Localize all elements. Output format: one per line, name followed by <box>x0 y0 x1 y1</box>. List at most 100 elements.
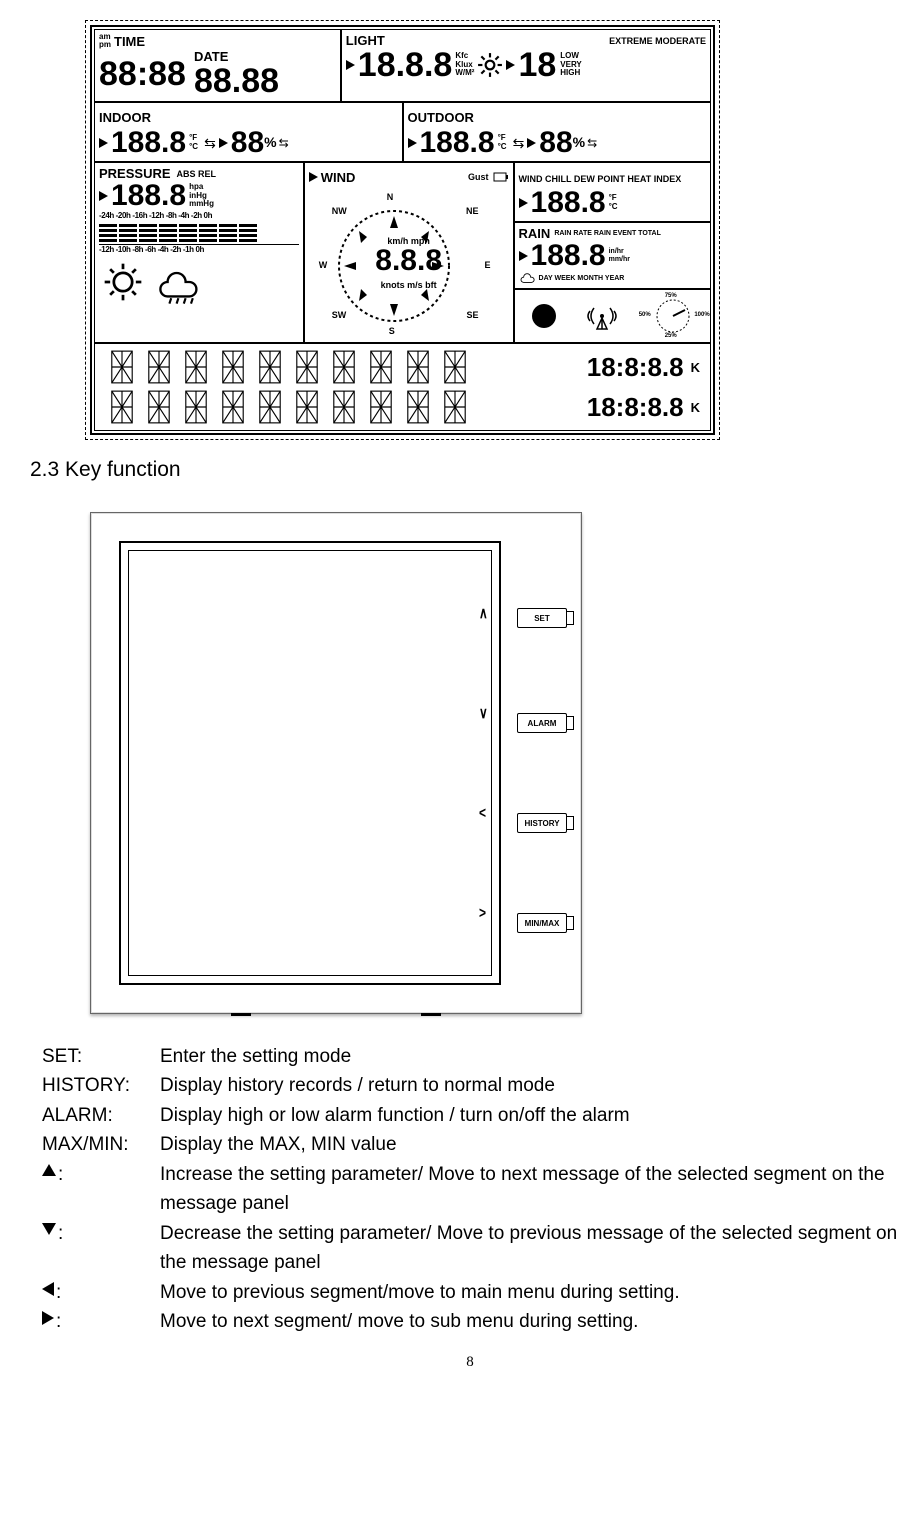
trend-arrow-icon <box>519 192 531 214</box>
key-icon-up: : <box>42 1160 160 1219</box>
alpha-segment-icon <box>142 390 176 424</box>
key-desc: Increase the setting parameter/ Move to … <box>160 1160 909 1219</box>
gust-label: Gust <box>468 172 489 182</box>
key-icon-down: : <box>42 1219 160 1278</box>
alpha-segment-icon <box>438 390 472 424</box>
trend-arrow-icon <box>506 54 518 76</box>
front-panel-arrows: ∧ ∨ < > <box>479 563 493 963</box>
key-row: HISTORY: Display history records / retur… <box>42 1071 909 1100</box>
alpha-segment-icon <box>401 350 435 384</box>
trend-arrow-icon <box>219 132 231 154</box>
rain-value: 188.8 <box>531 241 606 271</box>
triangle-down-icon <box>42 1223 56 1235</box>
time-label: TIME <box>114 34 145 49</box>
key-desc: Enter the setting mode <box>160 1042 909 1071</box>
trend-arrow-icon <box>346 54 358 76</box>
indoor-temp-value: 188.8 <box>111 128 186 158</box>
key-desc: Display history records / return to norm… <box>160 1071 909 1100</box>
triangle-up-icon <box>42 1164 56 1176</box>
msg-time-2: 18:8:8.8 <box>587 392 684 423</box>
chill-value: 188.8 <box>531 188 606 218</box>
right-arrow-icon: > <box>479 904 493 922</box>
key-row: : Decrease the setting parameter/ Move t… <box>42 1219 909 1278</box>
triangle-left-icon <box>42 1282 54 1296</box>
pressure-units: hpa inHg mmHg <box>189 183 214 209</box>
key-desc: Move to previous segment/move to main me… <box>160 1278 909 1307</box>
rain-period: DAY WEEK MONTH YEAR <box>539 275 625 282</box>
trend-arrow-icon <box>527 132 539 154</box>
pressure-history-bars <box>99 222 299 242</box>
key-icon-right: : <box>42 1307 160 1336</box>
key-desc: Display the MAX, MIN value <box>160 1130 909 1159</box>
alpha-segment-icon <box>327 390 361 424</box>
compass-widget: N NW NE W E SW SE S km/h mph 8.8.8 knots… <box>309 188 509 338</box>
battery-icon <box>493 172 509 182</box>
key-name: HISTORY: <box>42 1071 160 1100</box>
alpha-segment-icon <box>179 350 213 384</box>
alpha-segment-icon <box>290 390 324 424</box>
wind-label: WIND <box>321 170 356 185</box>
extreme-moderate: EXTREME MODERATE <box>609 36 706 46</box>
bar-scale-bot: -12h -10h -8h -6h -4h -2h -1h 0h <box>99 245 299 254</box>
comfort-icon: ⇆ <box>279 136 289 150</box>
comfort-icon: ⇆ <box>204 135 216 152</box>
page-number: 8 <box>30 1354 909 1371</box>
indoor-label: INDOOR <box>99 110 151 125</box>
trend-arrow-icon <box>309 166 321 187</box>
alpha-segment-icon <box>179 390 213 424</box>
up-arrow-icon: ∧ <box>479 604 493 622</box>
alarm-side-button: ALARM <box>517 713 567 733</box>
key-desc: Decrease the setting parameter/ Move to … <box>160 1219 909 1278</box>
msg-time-1: 18:8:8.8 <box>587 352 684 383</box>
outdoor-label: OUTDOOR <box>408 110 474 125</box>
light-units: Kfc Klux W/M² <box>455 52 474 78</box>
ampm-pm: pm <box>99 41 111 49</box>
down-arrow-icon: ∨ <box>479 704 493 722</box>
device-console-diagram: ∧ ∨ < > SET ALARM HISTORY MIN/MAX <box>90 512 582 1014</box>
minmax-side-button: MIN/MAX <box>517 913 567 933</box>
chill-label: WIND CHILL DEW POINT HEAT INDEX <box>519 174 682 184</box>
trend-arrow-icon <box>99 132 111 154</box>
message-row-1: 18:8:8.8 K <box>99 347 706 387</box>
alpha-segment-icon <box>105 350 139 384</box>
key-desc: Display high or low alarm function / tur… <box>160 1101 909 1130</box>
rain-modes: RAIN RATE RAIN EVENT TOTAL <box>554 230 661 237</box>
alpha-segment-icon <box>327 350 361 384</box>
alpha-segment-icon <box>216 350 250 384</box>
trend-arrow-icon <box>519 245 531 267</box>
uv-value: 18 <box>518 48 556 82</box>
comfort-icon: ⇆ <box>513 135 525 152</box>
indoor-temp-units: °F °C <box>189 134 198 152</box>
key-row: : Move to previous segment/move to main … <box>42 1278 909 1307</box>
outdoor-temp-units: °F °C <box>498 134 507 152</box>
uv-levels: LOW VERY HIGH <box>560 52 582 78</box>
date-value: 88.88 <box>194 64 336 98</box>
key-row: MAX/MIN: Display the MAX, MIN value <box>42 1130 909 1159</box>
sunny-forecast-icon <box>99 260 147 304</box>
message-row-2: 18:8:8.8 K <box>99 387 706 427</box>
alpha-segment-icon <box>438 350 472 384</box>
section-heading: 2.3 Key function <box>30 458 909 482</box>
key-row: : Move to next segment/ move to sub menu… <box>42 1307 909 1336</box>
alpha-segment-icon <box>253 350 287 384</box>
rain-cloud-icon <box>519 271 537 285</box>
key-name: MAX/MIN: <box>42 1130 160 1159</box>
light-value: 18.8.8 <box>358 48 453 82</box>
triangle-right-icon <box>42 1311 54 1325</box>
wind-speed-value: 8.8.8 <box>309 246 509 276</box>
left-arrow-icon: < <box>479 804 493 822</box>
key-desc: Move to next segment/ move to sub menu d… <box>160 1307 909 1336</box>
alpha-segment-icon <box>253 390 287 424</box>
bar-scale-top: -24h -20h -16h -12h -8h -4h -2h 0h <box>99 211 299 220</box>
key-row: : Increase the setting parameter/ Move t… <box>42 1160 909 1219</box>
comfort-icon: ⇆ <box>587 136 597 150</box>
key-row: ALARM: Display high or low alarm functio… <box>42 1101 909 1130</box>
humidity-dial-icon: 75% 50% 100% 25% <box>651 296 695 336</box>
alpha-segment-icon <box>105 390 139 424</box>
rainy-forecast-icon <box>155 260 209 304</box>
rf-signal-icon <box>584 299 624 333</box>
time-value: 88:88 <box>99 57 186 91</box>
pressure-mode: ABS REL <box>177 169 217 179</box>
pressure-value: 188.8 <box>111 181 186 211</box>
outdoor-hum-value: 88 <box>539 128 572 158</box>
